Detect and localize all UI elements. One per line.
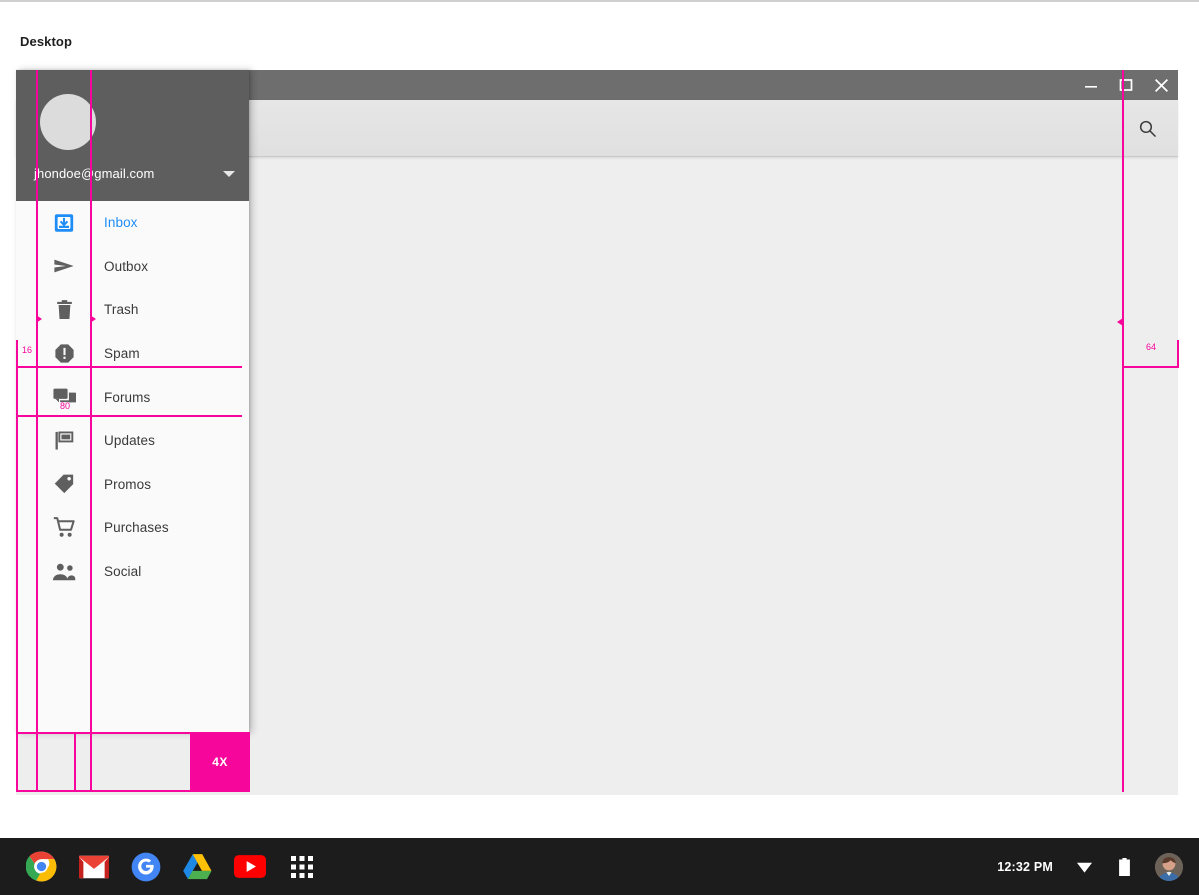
sidebar-item-label: Social <box>104 564 142 580</box>
close-button[interactable] <box>1152 76 1170 94</box>
flag-icon <box>52 429 76 453</box>
sidebar-item-label: Promos <box>104 476 152 492</box>
search-icon[interactable] <box>1135 116 1159 140</box>
tag-icon <box>52 472 76 496</box>
send-icon <box>52 254 76 278</box>
sidebar-item-inbox[interactable]: Inbox <box>16 201 249 245</box>
gmail-icon[interactable] <box>77 850 110 883</box>
taskbar-app-list <box>25 838 318 895</box>
drive-icon[interactable] <box>181 850 214 883</box>
inbox-icon <box>52 211 76 235</box>
minimize-button[interactable] <box>1082 76 1100 94</box>
taskbar: 12:32 PM <box>0 838 1199 895</box>
sidebar-item-label: Forums <box>104 389 151 405</box>
chevron-down-icon[interactable] <box>223 171 235 177</box>
user-avatar[interactable] <box>1155 852 1183 881</box>
sidebar-item-label: Inbox <box>104 215 138 231</box>
sidebar-item-label: Updates <box>104 433 155 449</box>
sidebar-item-outbox[interactable]: Outbox <box>16 245 249 289</box>
sidebar-item-promos[interactable]: Promos <box>16 463 249 507</box>
navigation-drawer: jhondoe@gmail.com Inbox Outbox Trash Spam Fo… <box>16 70 249 733</box>
sidebar-item-spam[interactable]: Spam <box>16 332 249 376</box>
sidebar-item-label: Outbox <box>104 258 149 274</box>
desktop-label: Desktop <box>20 34 72 49</box>
sidebar-item-forums[interactable]: Forums <box>16 375 249 419</box>
drawer-nav-list: Inbox Outbox Trash Spam Forums Updates Promos P… <box>16 201 249 593</box>
people-icon <box>52 560 76 584</box>
account-email: jhondoe@gmail.com <box>34 166 155 181</box>
clock[interactable]: 12:32 PM <box>997 860 1053 874</box>
sidebar-item-label: Spam <box>104 346 140 362</box>
taskbar-status-area[interactable]: 12:32 PM <box>997 838 1183 895</box>
sidebar-item-purchases[interactable]: Purchases <box>16 506 249 550</box>
sidebar-item-label: Trash <box>104 302 139 318</box>
sidebar-item-trash[interactable]: Trash <box>16 288 249 332</box>
sidebar-item-label: Purchases <box>104 520 169 536</box>
battery-icon[interactable] <box>1115 857 1133 876</box>
youtube-icon[interactable] <box>233 850 266 883</box>
google-icon[interactable] <box>129 850 162 883</box>
avatar[interactable] <box>40 94 96 150</box>
top-divider <box>0 0 1199 2</box>
report-icon <box>52 342 76 366</box>
sidebar-item-updates[interactable]: Updates <box>16 419 249 463</box>
chrome-icon[interactable] <box>25 850 58 883</box>
app-launcher-icon[interactable] <box>285 850 318 883</box>
sidebar-item-social[interactable]: Social <box>16 550 249 594</box>
drawer-header: jhondoe@gmail.com <box>16 70 249 201</box>
trash-icon <box>52 298 76 322</box>
cart-icon <box>52 516 76 540</box>
window-controls <box>1082 70 1170 100</box>
maximize-button[interactable] <box>1117 76 1135 94</box>
wifi-icon[interactable] <box>1075 858 1093 876</box>
forum-icon <box>52 385 76 409</box>
